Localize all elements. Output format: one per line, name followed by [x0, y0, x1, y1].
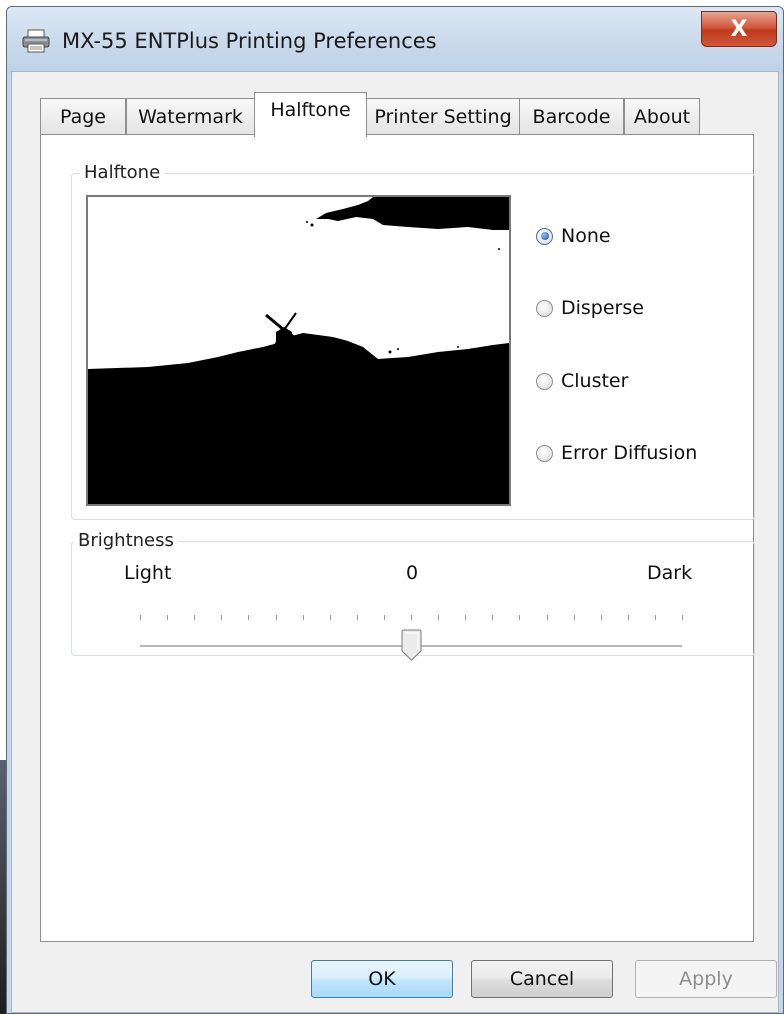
slider-tick	[248, 615, 250, 620]
slider-tick	[275, 615, 277, 620]
slider-tick	[492, 615, 494, 620]
brightness-light-label: Light	[124, 562, 172, 584]
ok-button[interactable]: OK	[311, 960, 453, 998]
halftone-tab-panel: Halftone None Disperse Cluster Error Dif…	[40, 134, 755, 942]
slider-tick	[600, 615, 602, 620]
radio-disperse[interactable]: Disperse	[536, 297, 644, 319]
radio-cluster-label: Cluster	[561, 370, 629, 392]
brightness-dark-label: Dark	[647, 562, 693, 584]
slider-tick	[573, 615, 575, 620]
close-icon: X	[730, 16, 748, 42]
cancel-button[interactable]: Cancel	[471, 960, 613, 998]
tab-page[interactable]: Page	[40, 98, 126, 135]
slider-tick	[438, 615, 440, 620]
window-title: MX-55 ENTPlus Printing Preferences	[62, 29, 437, 53]
printing-preferences-window: MX-55 ENTPlus Printing Preferences X Pag…	[6, 6, 784, 1014]
slider-tick	[356, 615, 358, 620]
slider-tick	[221, 615, 223, 620]
brightness-value-label: 0	[406, 562, 419, 584]
radio-error-diffusion[interactable]: Error Diffusion	[536, 442, 697, 464]
apply-button[interactable]: Apply	[635, 960, 777, 998]
brightness-slider[interactable]	[140, 597, 683, 661]
radio-cluster[interactable]: Cluster	[536, 370, 628, 392]
tab-about[interactable]: About	[624, 98, 700, 135]
tab-barcode[interactable]: Barcode	[519, 98, 624, 135]
slider-tick	[682, 615, 683, 620]
slider-tick	[627, 615, 629, 620]
slider-tick	[654, 615, 656, 620]
tab-printer-setting[interactable]: Printer Setting	[366, 98, 520, 135]
slider-tick	[167, 615, 169, 620]
radio-error-diffusion-indicator[interactable]	[536, 444, 553, 462]
brightness-group-label: Brightness	[74, 530, 178, 551]
radio-none[interactable]: None	[536, 225, 611, 247]
brightness-groupbox: Brightness Light 0 Dark	[71, 530, 755, 661]
slider-tick	[519, 615, 521, 620]
halftone-groupbox: Halftone None Disperse Cluster Error Dif…	[71, 162, 755, 520]
radio-none-indicator[interactable]	[536, 227, 553, 245]
radio-disperse-indicator[interactable]	[536, 299, 553, 317]
dialog-client-area: Page Watermark Halftone Printer Setting …	[11, 71, 779, 1013]
tab-halftone[interactable]: Halftone	[254, 92, 367, 137]
radio-cluster-indicator[interactable]	[536, 372, 553, 390]
halftone-preview-image	[86, 195, 511, 506]
halftone-group-label: Halftone	[80, 162, 165, 183]
slider-tick	[302, 615, 304, 620]
radio-disperse-label: Disperse	[561, 297, 644, 319]
close-button[interactable]: X	[701, 11, 777, 47]
slider-tick	[140, 615, 141, 620]
slider-tick	[411, 615, 412, 620]
slider-thumb[interactable]	[401, 629, 422, 661]
title-bar[interactable]: MX-55 ENTPlus Printing Preferences X	[7, 7, 783, 73]
slider-tick	[465, 615, 467, 620]
slider-tick	[329, 615, 331, 620]
tab-watermark[interactable]: Watermark	[126, 98, 255, 135]
slider-tick	[194, 615, 196, 620]
slider-tick	[383, 615, 385, 620]
printer-icon	[21, 29, 51, 53]
radio-error-diffusion-label: Error Diffusion	[561, 442, 698, 464]
radio-none-label: None	[561, 225, 611, 247]
slider-tick	[546, 615, 548, 620]
